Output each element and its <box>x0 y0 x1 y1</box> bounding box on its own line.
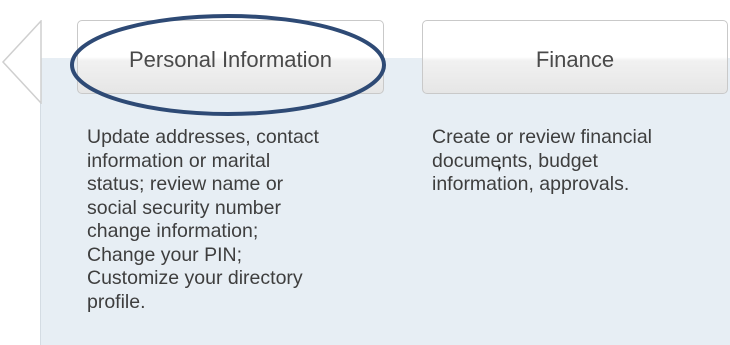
app-screen: Personal Information Finance Update addr… <box>0 0 730 345</box>
cursor-mark <box>498 166 501 172</box>
personal-information-description: Update addresses, contact information or… <box>87 126 319 313</box>
tab-label: Finance <box>535 47 615 72</box>
tab-finance[interactable]: Finance <box>422 20 728 94</box>
finance-description: Create or review financial documents, bu… <box>432 126 653 195</box>
back-arrow-icon[interactable] <box>0 20 42 104</box>
tab-label: Personal Information <box>129 47 332 72</box>
tab-personal-information[interactable]: Personal Information <box>77 20 384 94</box>
